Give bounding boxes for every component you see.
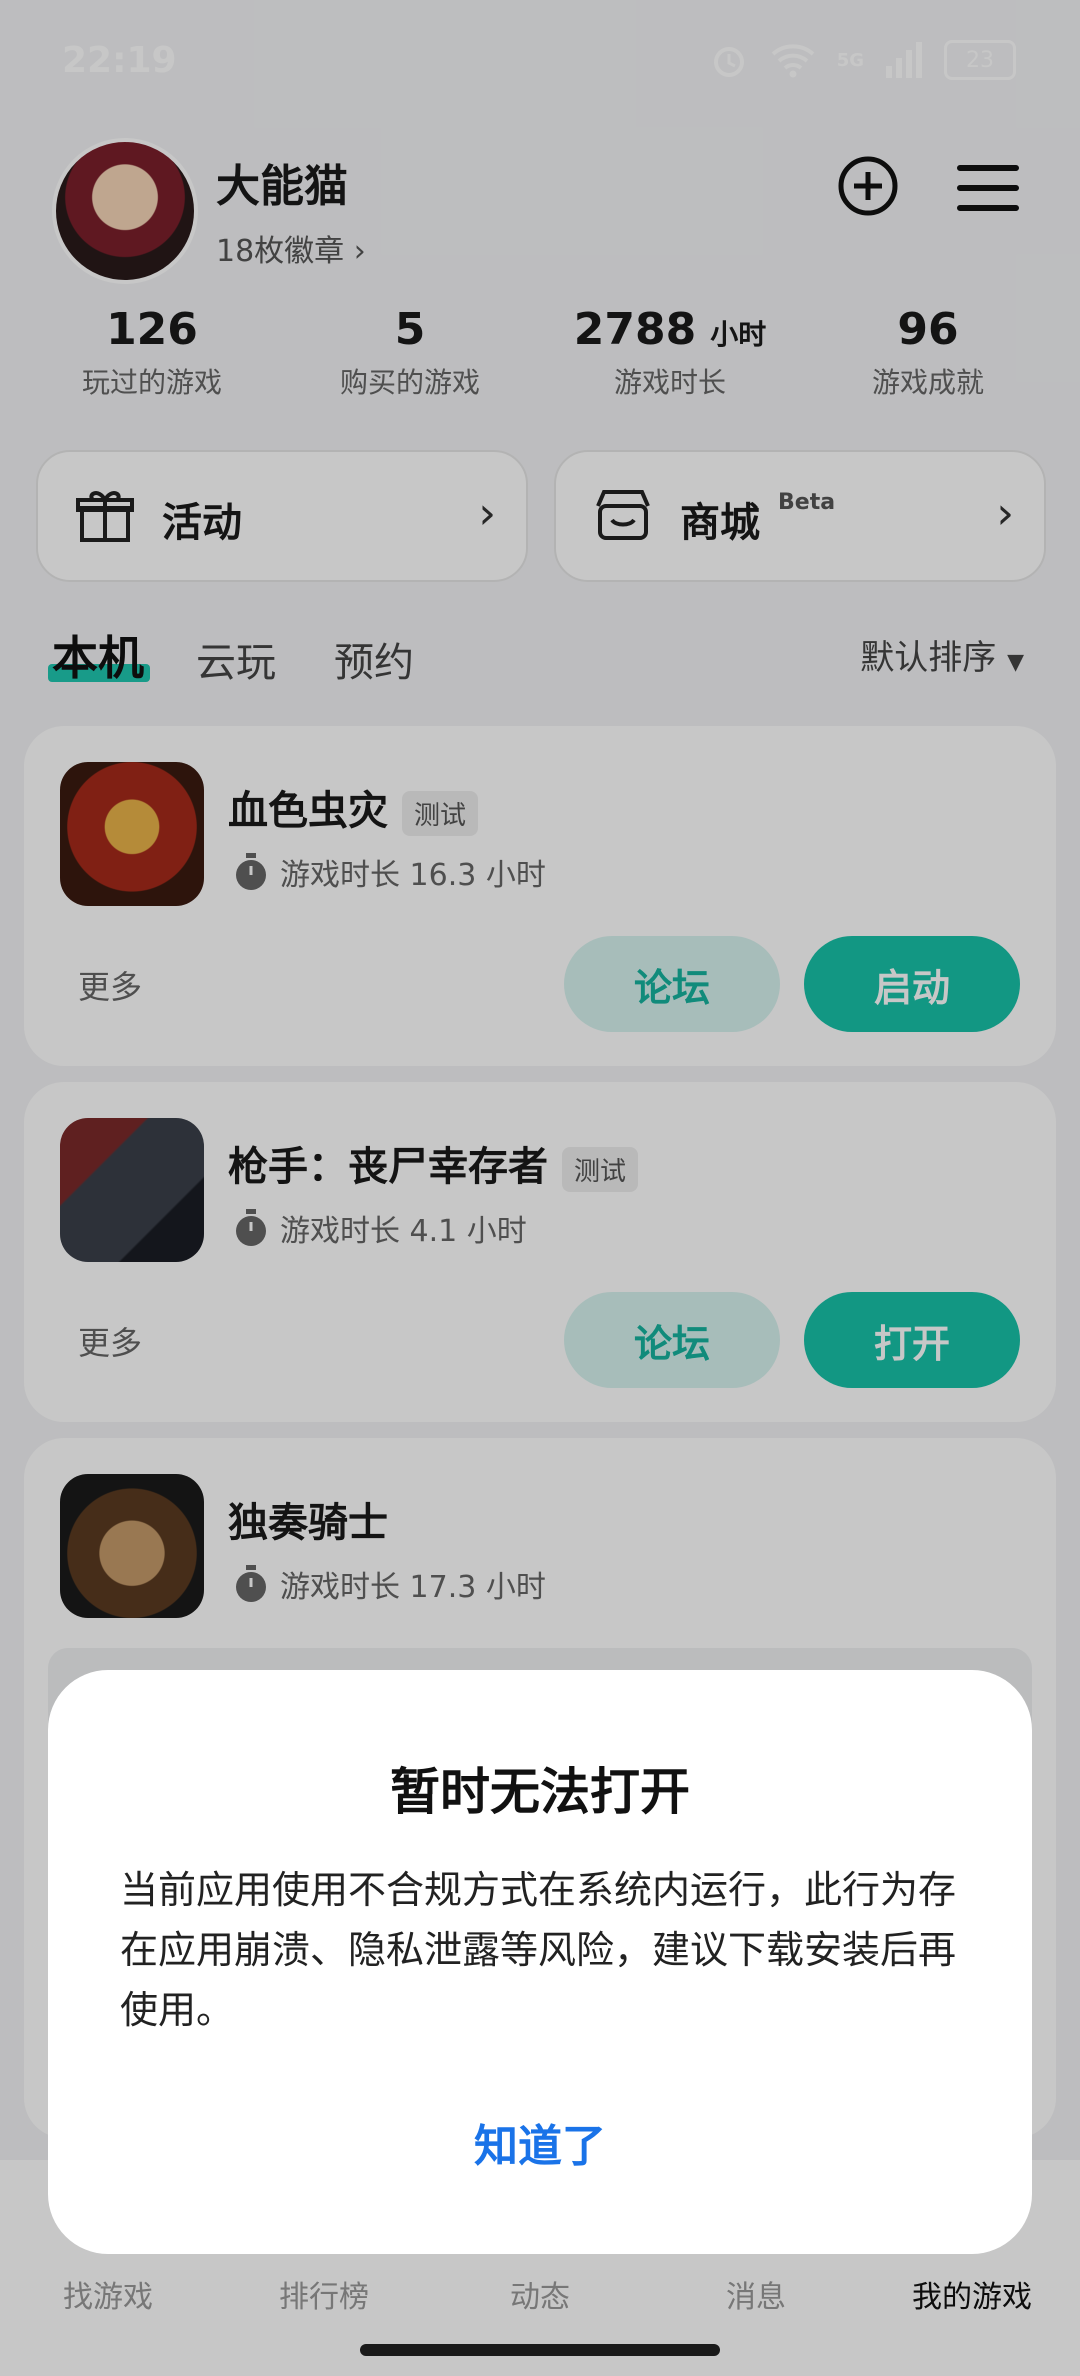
- dialog-message: 当前应用使用不合规方式在系统内运行，此行为存在应用崩溃、隐私泄露等风险，建议下载…: [120, 1868, 957, 2032]
- alert-dialog: 暂时无法打开 当前应用使用不合规方式在系统内运行，此行为存在应用崩溃、隐私泄露等…: [48, 1670, 1032, 2254]
- dialog-title: 暂时无法打开: [390, 1763, 690, 1821]
- ok-button[interactable]: 知道了: [48, 2110, 1032, 2174]
